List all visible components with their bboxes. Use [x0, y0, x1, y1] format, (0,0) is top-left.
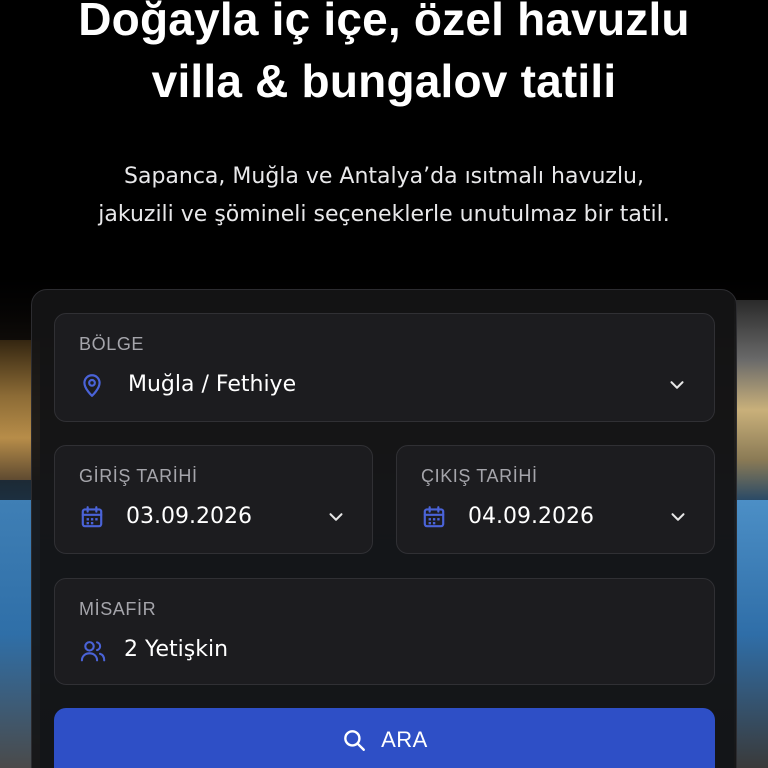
chevron-down-icon — [666, 374, 688, 396]
hero-title: Doğayla iç içe, özel havuzlu villa & bun… — [0, 0, 768, 112]
checkin-value: 03.09.2026 — [126, 504, 252, 529]
checkout-date-field[interactable]: ÇIKIŞ TARİHİ 04.09.2026 — [396, 445, 715, 554]
background-villa-right — [734, 300, 768, 500]
checkout-value: 04.09.2026 — [468, 504, 594, 529]
region-label: BÖLGE — [79, 334, 145, 354]
hero-subtitle: Sapanca, Muğla ve Antalya’da ısıtmalı ha… — [0, 158, 768, 234]
checkin-date-field[interactable]: GİRİŞ TARİHİ 03.09.2026 — [54, 445, 373, 554]
hero-subtitle-line2: jakuzili ve şömineli seçeneklerle unutul… — [98, 202, 670, 227]
checkout-label: ÇIKIŞ TARİHİ — [421, 466, 538, 486]
chevron-down-icon — [325, 506, 347, 528]
search-button[interactable]: ARA — [54, 708, 715, 768]
guests-field[interactable]: MİSAFİR 2 Yetişkin — [54, 578, 715, 685]
users-icon — [79, 637, 106, 663]
hero-title-line1: Doğayla iç içe, özel havuzlu — [78, 0, 690, 45]
calendar-icon — [421, 504, 447, 530]
guests-value: 2 Yetişkin — [124, 637, 229, 662]
region-value: Muğla / Fethiye — [128, 372, 297, 397]
search-icon — [344, 730, 366, 751]
chevron-down-icon — [667, 506, 689, 528]
background-pool-right — [734, 500, 768, 768]
checkin-label: GİRİŞ TARİHİ — [79, 466, 198, 486]
search-button-label: ARA — [381, 727, 428, 752]
guests-label: MİSAFİR — [79, 599, 157, 619]
hero-title-line2: villa & bungalov tatili — [151, 55, 617, 107]
hero-subtitle-line1: Sapanca, Muğla ve Antalya’da ısıtmalı ha… — [124, 164, 644, 189]
region-select[interactable]: BÖLGE Muğla / Fethiye — [54, 313, 715, 422]
location-pin-icon — [79, 372, 105, 398]
calendar-icon — [79, 504, 105, 530]
